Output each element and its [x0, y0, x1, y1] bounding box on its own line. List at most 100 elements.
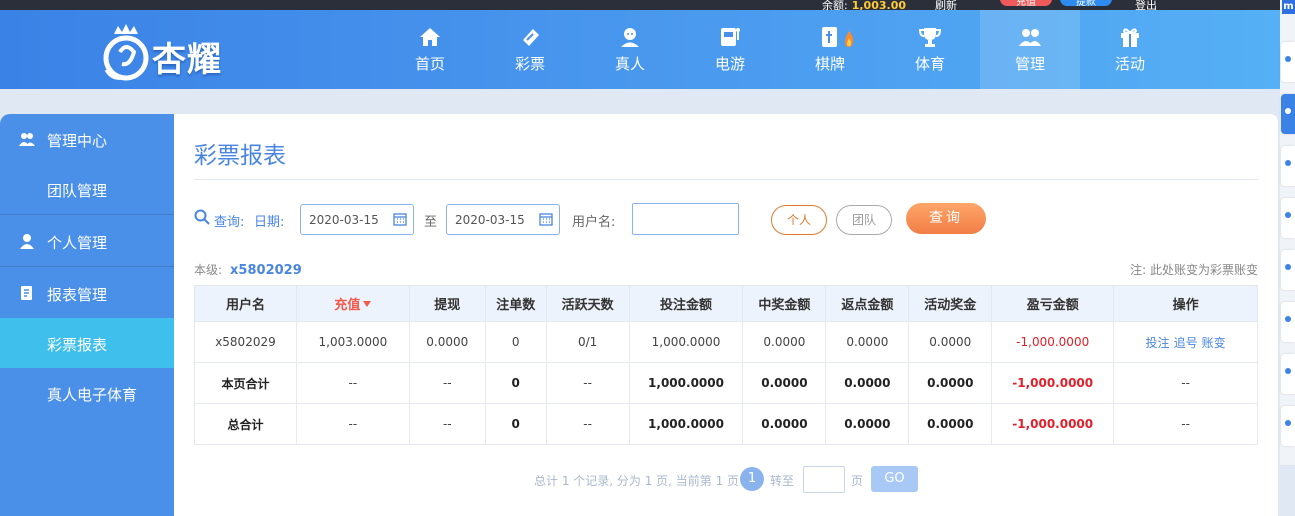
nav-sports[interactable]: 体育 — [880, 10, 980, 89]
sidebar-item-label: 彩票报表 — [47, 336, 108, 354]
col-header: 操作 — [1113, 285, 1258, 322]
go-button[interactable]: GO — [871, 466, 918, 492]
nav-manage[interactable]: 管理 — [980, 10, 1080, 89]
cell-bet: 1,000.0000 — [628, 321, 744, 363]
right-panel-tab[interactable] — [1281, 354, 1295, 394]
date-to-value: 2020-03-15 — [455, 213, 525, 227]
nav-home-label: 首页 — [414, 55, 445, 73]
filter-bar: 查询: 日期: 2020-03-15 至 2020-03-15 用户名: 个人 … — [194, 202, 1258, 238]
nav-lottery-label: 彩票 — [514, 55, 545, 73]
sort-desc-icon — [363, 301, 372, 307]
users-icon — [19, 133, 35, 146]
to-label: 至 — [424, 215, 438, 230]
mahjong-icon — [822, 27, 837, 47]
recharge-button[interactable]: 充值 — [1000, 0, 1052, 8]
trophy-icon — [918, 28, 942, 47]
right-panel-tab[interactable] — [1281, 406, 1295, 446]
nav-manage-label: 管理 — [1014, 55, 1045, 73]
right-panel-tab[interactable] — [1281, 42, 1295, 82]
transaction-link[interactable]: 账变 — [1202, 336, 1226, 350]
calendar-icon[interactable] — [393, 212, 407, 226]
cell-active-days: -- — [545, 403, 630, 445]
cell-active-days: -- — [545, 362, 630, 404]
sidebar-item-lottery-report[interactable]: 彩票报表 — [0, 318, 174, 368]
logout-link[interactable]: 登出 — [1135, 0, 1157, 10]
col-header: 注单数 — [484, 285, 547, 322]
username-input[interactable] — [632, 203, 739, 235]
table-header-row: 用户名 充值 提现 注单数 活跃天数 投注金额 中奖金额 返点金额 活动奖金 盈… — [194, 285, 1258, 322]
col-header-sortable[interactable]: 充值 — [295, 285, 410, 322]
tab-dot-icon — [1285, 212, 1291, 218]
nav-slots[interactable]: 电游 — [680, 10, 780, 89]
right-panel-tab[interactable] — [1281, 146, 1295, 186]
page-total-row: 本页合计 -- -- 0 -- 1,000.0000 0.0000 0.0000… — [194, 362, 1258, 404]
nav-home[interactable]: 首页 — [380, 10, 480, 89]
query-button[interactable]: 查询 — [906, 203, 986, 234]
col-header: 活跃天数 — [545, 285, 630, 322]
cell-ops: 投注 追号 账变 — [1113, 321, 1258, 363]
chase-link[interactable]: 追号 — [1174, 336, 1198, 350]
sidebar-item-label: 个人管理 — [47, 234, 108, 252]
cell-withdraw: -- — [408, 362, 486, 404]
sidebar-item-label: 团队管理 — [47, 182, 108, 200]
date-from-input[interactable]: 2020-03-15 — [300, 204, 414, 235]
cell-withdraw: -- — [408, 403, 486, 445]
sidebar-item-manage-center[interactable]: 管理中心 — [0, 114, 174, 164]
right-panel-logo: m — [1282, 0, 1295, 14]
nav-promo[interactable]: 活动 — [1080, 10, 1180, 89]
team-toggle-button[interactable]: 团队 — [836, 205, 892, 235]
nav-lottery[interactable]: 彩票 — [480, 10, 580, 89]
cell-win: 0.0000 — [742, 362, 827, 404]
goto-page-input[interactable] — [803, 466, 845, 493]
bet-link[interactable]: 投注 — [1146, 336, 1170, 350]
main-nav: 首页 彩票 真人 电游 棋牌 体育 管理 活动 — [0, 10, 1280, 89]
right-panel-tab[interactable] — [1281, 94, 1295, 134]
pagination-summary: 总计 1 个记录, 分为 1 页, 当前第 1 页 — [534, 474, 740, 488]
report-table: 用户名 充值 提现 注单数 活跃天数 投注金额 中奖金额 返点金额 活动奖金 盈… — [194, 285, 1258, 445]
goto-label: 转至 — [770, 474, 795, 488]
sidebar-divider — [0, 214, 174, 215]
sidebar-item-live-sports[interactable]: 真人电子体育 — [0, 368, 174, 418]
nav-chess-label: 棋牌 — [814, 55, 845, 73]
col-header: 用户名 — [194, 285, 297, 322]
refresh-link[interactable]: 刷新 — [935, 0, 957, 10]
date-from-value: 2020-03-15 — [309, 213, 379, 227]
cell-orders: 0 — [484, 321, 547, 363]
nav-live[interactable]: 真人 — [580, 10, 680, 89]
main-panel: 彩票报表 查询: 日期: 2020-03-15 至 2020-03-15 用户名… — [174, 114, 1278, 516]
nav-slots-label: 电游 — [714, 55, 745, 73]
cell-bet: 1,000.0000 — [628, 362, 744, 404]
sidebar-item-reports[interactable]: 报表管理 — [0, 268, 174, 318]
slot-icon — [721, 28, 740, 46]
cell-profit: -1,000.0000 — [991, 321, 1115, 363]
current-page-button[interactable]: 1 — [740, 467, 764, 491]
table-row: x5802029 1,003.0000 0.0000 0 0/1 1,000.0… — [194, 321, 1258, 363]
right-panel-tab[interactable] — [1281, 302, 1295, 342]
cell-profit: -1,000.0000 — [991, 403, 1115, 445]
calendar-icon[interactable] — [539, 212, 553, 226]
col-header: 返点金额 — [825, 285, 910, 322]
level-label: 本级: — [194, 263, 223, 277]
title-divider — [194, 179, 1258, 180]
cell-username: x5802029 — [194, 321, 297, 363]
current-level: 本级: x5802029 — [194, 261, 302, 278]
sidebar-divider — [0, 266, 174, 267]
personal-toggle-button[interactable]: 个人 — [771, 205, 827, 235]
cell-bonus: 0.0000 — [908, 362, 993, 404]
cell-bonus: 0.0000 — [908, 403, 993, 445]
cell-rebate: 0.0000 — [825, 321, 910, 363]
sidebar-item-team-manage[interactable]: 团队管理 — [0, 164, 174, 214]
nav-chess[interactable]: 棋牌 — [780, 10, 880, 89]
col-header: 提现 — [408, 285, 486, 322]
balance-label: 余额: — [822, 0, 848, 10]
date-to-input[interactable]: 2020-03-15 — [446, 204, 560, 235]
sidebar-item-label: 报表管理 — [47, 286, 108, 304]
withdraw-button[interactable]: 提款 — [1060, 0, 1112, 8]
right-panel-tab[interactable] — [1281, 198, 1295, 238]
lottery-icon — [523, 29, 539, 46]
home-icon — [420, 28, 440, 46]
right-panel-tab[interactable] — [1281, 250, 1295, 290]
level-account-link[interactable]: x5802029 — [230, 263, 302, 278]
cell-bet: 1,000.0000 — [628, 403, 744, 445]
sidebar-item-personal[interactable]: 个人管理 — [0, 216, 174, 266]
